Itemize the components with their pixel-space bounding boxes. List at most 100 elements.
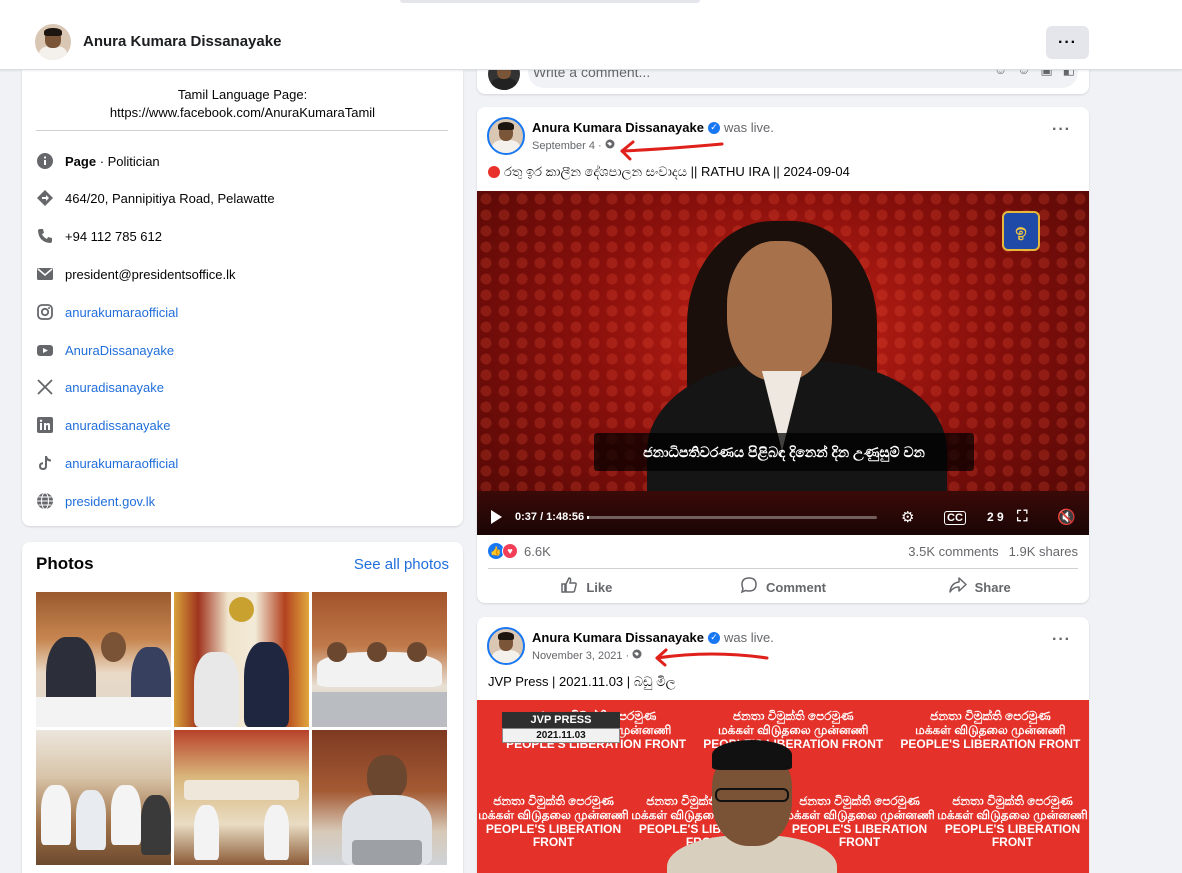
video-subtitle: ජනාධිපතිවරණය පිළිබඳ දිනෙන් දින උණුසුම් ව… <box>594 433 974 471</box>
post-author-name[interactable]: Anura Kumara Dissanayake <box>532 630 704 645</box>
post-author: Anura Kumara Dissanayake ✓ was live. <box>532 630 774 645</box>
post-author-avatar[interactable] <box>487 117 525 155</box>
tamil-page-link[interactable]: https://www.facebook.com/AnuraKumaraTami… <box>22 105 463 120</box>
jvp-press-tag: JVP PRESS 2021.11.03 <box>502 712 620 743</box>
video-progress-bar[interactable] <box>587 516 877 519</box>
tv-channel-logo-icon: ඉ <box>1002 211 1040 251</box>
website-link[interactable]: president.gov.lk <box>65 494 155 509</box>
post-card: Anura Kumara Dissanayake ✓ was live. Nov… <box>477 617 1089 873</box>
tiktok-icon <box>36 454 54 472</box>
youtube-link[interactable]: AnuraDissanayake <box>65 343 174 358</box>
photo-thumbnail[interactable] <box>312 592 447 727</box>
linkedin-link[interactable]: anuradissanayake <box>65 418 171 433</box>
settings-icon[interactable]: ⚙ <box>901 508 914 526</box>
phone-text: +94 112 785 612 <box>65 228 162 244</box>
info-row-x: anuradisanayake <box>36 376 164 398</box>
email-text[interactable]: president@presidentsoffice.lk <box>65 267 236 282</box>
like-label: Like <box>586 579 613 595</box>
photo-thumbnail[interactable] <box>312 730 447 865</box>
location-icon <box>36 189 54 207</box>
like-icon <box>560 576 578 599</box>
post-text: JVP Press | 2021.11.03 | බඩු මිල <box>488 674 676 689</box>
x-icon <box>36 378 54 396</box>
phone-icon <box>36 227 54 245</box>
page-header: Anura Kumara Dissanayake ··· <box>0 16 1182 70</box>
share-button[interactable]: Share <box>881 570 1078 603</box>
video-time: 0:37 / 1:48:56 <box>515 511 585 523</box>
engagement-counts: 3.5K comments 1.9K shares <box>908 544 1078 559</box>
globe-icon <box>605 139 615 152</box>
info-icon <box>36 152 54 170</box>
post-text-content: රතු ඉර කාලීන දේශපාලන සංවාදය || RATHU IRA… <box>504 164 850 179</box>
post-author-avatar[interactable] <box>487 627 525 665</box>
post-date-text[interactable]: September 4 <box>532 140 595 152</box>
like-button[interactable]: Like <box>488 570 685 603</box>
post-actions: Like Comment Share <box>488 570 1078 603</box>
fullscreen-icon[interactable]: ⛶ <box>1017 508 1028 525</box>
intro-card: Tamil Language Page: https://www.faceboo… <box>22 70 463 526</box>
photo-thumbnail[interactable] <box>174 730 309 865</box>
page-title[interactable]: Anura Kumara Dissanayake <box>83 33 281 50</box>
jvp-press-date: 2021.11.03 <box>502 728 620 743</box>
tiktok-link[interactable]: anurakumaraofficial <box>65 456 178 471</box>
info-row-website: president.gov.lk <box>36 490 155 512</box>
info-row-tiktok: anurakumaraofficial <box>36 452 178 474</box>
category-label: Page <box>65 153 97 169</box>
photos-title: Photos <box>36 554 94 573</box>
linkedin-icon <box>36 416 54 434</box>
captions-button[interactable]: CC <box>944 511 966 525</box>
info-row-category: Page · Politician <box>36 150 160 172</box>
play-icon[interactable] <box>491 510 502 524</box>
live-dot-icon <box>488 166 500 178</box>
photo-thumbnail[interactable] <box>36 592 171 727</box>
info-row-email: president@presidentsoffice.lk <box>36 263 236 285</box>
info-row-address: 464/20, Pannipitiya Road, Pelawatte <box>36 187 275 209</box>
photo-grid <box>36 592 448 865</box>
shares-count[interactable]: 1.9K shares <box>1009 544 1078 559</box>
post-text: රතු ඉර කාලීන දේශපාලන සංවාදය || RATHU IRA… <box>488 164 850 180</box>
instagram-icon <box>36 303 54 321</box>
see-all-photos-link[interactable]: See all photos <box>354 556 449 573</box>
tamil-page-title: Tamil Language Page: <box>177 87 308 102</box>
video-player[interactable]: ජනතා විමුක්ති පෙරමුණமக்கள் விடுதலை முன்ன… <box>477 700 1089 873</box>
reactions-summary[interactable]: 👍 ♥ 6.6K <box>488 543 551 559</box>
post-card: Anura Kumara Dissanayake ✓ was live. Sep… <box>477 107 1089 603</box>
post-stats: 👍 ♥ 6.6K 3.5K comments 1.9K shares <box>488 535 1078 569</box>
post-status: was live. <box>723 120 774 135</box>
post-more-button[interactable]: ··· <box>1052 631 1071 649</box>
address-text: 464/20, Pannipitiya Road, Pelawatte <box>65 190 275 206</box>
mute-icon[interactable]: 🔇 <box>1057 508 1076 526</box>
video-player[interactable]: ඉ ජනාධිපතිවරණය පිළිබඳ දිනෙන් දින උණුසුම්… <box>477 191 1089 535</box>
video-controls: 0:37 / 1:48:56 ⚙ CC 2 9 ⛶ 🔇 <box>477 501 1089 535</box>
instagram-link[interactable]: anurakumaraofficial <box>65 305 178 320</box>
post-more-button[interactable]: ··· <box>1052 121 1071 139</box>
annotation-arrow-icon <box>620 140 724 161</box>
category-value: · Politician <box>96 153 160 169</box>
divider <box>36 130 448 131</box>
post-date-text[interactable]: November 3, 2021 <box>532 650 623 662</box>
share-label: Share <box>974 579 1011 595</box>
info-row-instagram: anurakumaraofficial <box>36 301 178 323</box>
quality-indicator[interactable]: 2 9 <box>987 510 1004 524</box>
x-link[interactable]: anuradisanayake <box>65 380 164 395</box>
globe-icon <box>36 492 54 510</box>
more-options-button[interactable]: ··· <box>1046 26 1089 59</box>
photo-thumbnail[interactable] <box>36 730 171 865</box>
top-strip <box>0 0 1182 16</box>
verified-badge-icon: ✓ <box>707 631 720 644</box>
verified-badge-icon: ✓ <box>707 121 720 134</box>
top-strip-mark <box>400 0 700 3</box>
photos-card: Photos See all photos <box>22 542 463 873</box>
photo-thumbnail[interactable] <box>174 592 309 727</box>
info-row-linkedin: anuradissanayake <box>36 414 171 436</box>
annotation-arrow-icon <box>655 648 769 667</box>
comments-count[interactable]: 3.5K comments <box>908 544 998 559</box>
jvp-press-title: JVP PRESS <box>502 712 620 728</box>
comment-button[interactable]: Comment <box>685 570 882 603</box>
reactions-count: 6.6K <box>524 543 551 559</box>
youtube-icon <box>36 341 54 359</box>
love-reaction-icon: ♥ <box>502 543 518 559</box>
globe-icon <box>632 649 642 662</box>
profile-avatar[interactable] <box>35 24 71 60</box>
speaker-figure <box>667 740 837 873</box>
